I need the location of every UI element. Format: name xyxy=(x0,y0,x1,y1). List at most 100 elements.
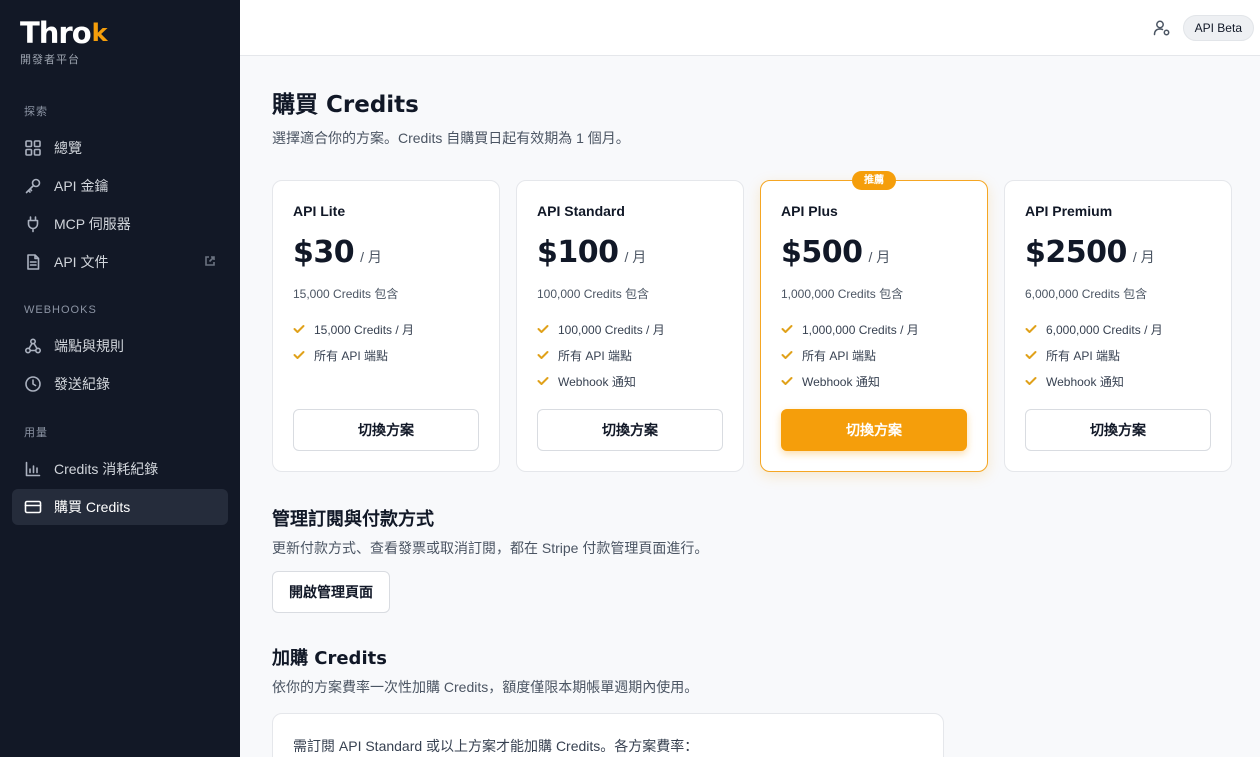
brand-name-accent: k xyxy=(91,19,108,47)
addon-notice-card: 需訂閱 API Standard 或以上方案才能加購 Credits。各方案費率… xyxy=(272,713,944,757)
nav-section-usage: 用量 Credits 消耗紀錄 購買 Credits xyxy=(12,425,228,527)
sidebar-item-mcp-server[interactable]: MCP 伺服器 xyxy=(12,206,228,242)
nav-heading-explore: 探索 xyxy=(24,106,48,118)
brand-name: Thro k xyxy=(20,16,108,50)
feature-item: 100,000 Credits / 月 xyxy=(537,321,723,337)
credit-card-icon xyxy=(24,498,42,516)
dashboard-icon xyxy=(24,139,42,157)
sidebar-item-label: API 文件 xyxy=(54,254,109,270)
switch-plan-button-premium[interactable]: 切換方案 xyxy=(1025,409,1211,451)
external-link-icon xyxy=(204,254,216,270)
check-icon xyxy=(1025,375,1037,387)
plan-features: 1,000,000 Credits / 月 所有 API 端點 Webhook … xyxy=(781,321,967,389)
plan-included: 15,000 Credits 包含 xyxy=(293,287,399,301)
manage-subscription-section: 管理訂閱與付款方式 更新付款方式、查看發票或取消訂閱，都在 Stripe 付款管… xyxy=(272,508,1232,613)
sidebar-item-delivery-log[interactable]: 發送紀錄 xyxy=(12,366,228,402)
feature-item: 所有 API 端點 xyxy=(537,347,723,363)
nav-section-webhooks: WEBHOOKS 端點與規則 發送紀錄 xyxy=(12,302,228,404)
page-content: 購買 Credits 選擇適合你的方案。Credits 自購買日起有效期為 1 … xyxy=(240,56,1260,757)
plan-cards: API Lite $30 / 月 15,000 Credits 包含 15,00… xyxy=(272,171,1232,472)
sidebar-item-buy-credits[interactable]: 購買 Credits xyxy=(12,489,228,525)
sidebar-item-label: MCP 伺服器 xyxy=(54,216,131,232)
plan-card-plus: 推薦 API Plus $500 / 月 1,000,000 Credits 包… xyxy=(760,171,988,472)
sidebar-item-endpoints-rules[interactable]: 端點與規則 xyxy=(12,328,228,364)
main-area: API Beta 購買 Credits 選擇適合你的方案。Credits 自購買… xyxy=(240,0,1260,757)
price-row: $500 / 月 xyxy=(781,235,967,273)
webhook-icon xyxy=(24,337,42,355)
page-subtitle: 選擇適合你的方案。Credits 自購買日起有效期為 1 個月。 xyxy=(272,130,630,146)
feature-text: 6,000,000 Credits / 月 xyxy=(1046,322,1163,337)
nav-heading-usage: 用量 xyxy=(24,427,48,439)
switch-plan-button-plus[interactable]: 切換方案 xyxy=(781,409,967,451)
sidebar-item-api-keys[interactable]: API 金鑰 xyxy=(12,168,228,204)
feature-item: 15,000 Credits / 月 xyxy=(293,321,479,337)
feature-text: Webhook 通知 xyxy=(802,374,880,389)
open-manage-page-button[interactable]: 開啟管理頁面 xyxy=(272,571,390,613)
brand-name-main: Thro xyxy=(20,16,92,50)
plan-included: 100,000 Credits 包含 xyxy=(537,287,650,301)
feature-item: Webhook 通知 xyxy=(781,373,967,389)
addon-credits-section: 加購 Credits 依你的方案費率一次性加購 Credits，額度僅限本期帳單… xyxy=(272,647,1232,757)
sidebar-item-credits-usage[interactable]: Credits 消耗紀錄 xyxy=(12,451,228,487)
topbar: API Beta xyxy=(240,0,1260,56)
switch-plan-button-standard[interactable]: 切換方案 xyxy=(537,409,723,451)
check-icon xyxy=(537,375,549,387)
brand-logo[interactable]: Thro k 開發者平台 xyxy=(20,16,108,67)
page-title: 購買 Credits xyxy=(272,92,419,118)
feature-item: 所有 API 端點 xyxy=(1025,347,1211,363)
plan-period: / 月 xyxy=(360,249,382,265)
plan-period: / 月 xyxy=(868,249,891,265)
manage-subtitle: 更新付款方式、查看發票或取消訂閱，都在 Stripe 付款管理頁面進行。 xyxy=(272,540,709,556)
plan-name: API Plus xyxy=(781,203,838,219)
plan-price: $100 xyxy=(537,235,619,270)
plan-card-lite: API Lite $30 / 月 15,000 Credits 包含 15,00… xyxy=(272,180,500,472)
sidebar-item-label: Credits 消耗紀錄 xyxy=(54,461,159,477)
plan-period: / 月 xyxy=(624,249,647,265)
price-row: $100 / 月 xyxy=(537,235,723,273)
user-settings-icon[interactable] xyxy=(1152,18,1172,38)
check-icon xyxy=(537,323,549,335)
plan-price: $2500 xyxy=(1025,235,1127,270)
price-row: $30 / 月 xyxy=(293,235,479,273)
plan-name: API Premium xyxy=(1025,203,1113,219)
manage-title: 管理訂閱與付款方式 xyxy=(272,509,434,530)
sidebar-item-label: 端點與規則 xyxy=(54,338,124,354)
brand-subtitle: 開發者平台 xyxy=(20,54,80,66)
price-row: $2500 / 月 xyxy=(1025,235,1211,273)
plan-features: 15,000 Credits / 月 所有 API 端點 xyxy=(293,321,479,363)
feature-text: 15,000 Credits / 月 xyxy=(314,322,415,337)
sidebar-item-label: 購買 Credits xyxy=(54,499,131,515)
document-icon xyxy=(24,253,42,271)
key-icon xyxy=(24,177,42,195)
plan-features: 100,000 Credits / 月 所有 API 端點 Webhook 通知 xyxy=(537,321,723,389)
feature-text: 所有 API 端點 xyxy=(558,348,633,363)
plan-price: $30 xyxy=(293,235,355,270)
plan-features: 6,000,000 Credits / 月 所有 API 端點 Webhook … xyxy=(1025,321,1211,389)
plan-card-premium: API Premium $2500 / 月 6,000,000 Credits … xyxy=(1004,180,1232,472)
feature-item: 1,000,000 Credits / 月 xyxy=(781,321,967,337)
switch-plan-button-lite[interactable]: 切換方案 xyxy=(293,409,479,451)
clock-icon xyxy=(24,375,42,393)
feature-item: 所有 API 端點 xyxy=(781,347,967,363)
feature-text: 所有 API 端點 xyxy=(802,348,877,363)
sidebar-item-label: 發送紀錄 xyxy=(54,376,110,392)
check-icon xyxy=(537,349,549,361)
sidebar-item-api-docs[interactable]: API 文件 xyxy=(12,244,228,280)
check-icon xyxy=(781,323,793,335)
feature-item: 6,000,000 Credits / 月 xyxy=(1025,321,1211,337)
check-icon xyxy=(1025,349,1037,361)
check-icon xyxy=(293,349,305,361)
check-icon xyxy=(1025,323,1037,335)
sidebar-item-overview[interactable]: 總覽 xyxy=(12,130,228,166)
nav-heading-webhooks: WEBHOOKS xyxy=(24,304,97,316)
check-icon xyxy=(781,349,793,361)
check-icon xyxy=(293,323,305,335)
plan-name: API Lite xyxy=(293,203,346,219)
nav-section-explore: 探索 總覽 API 金鑰 MCP 伺服器 API 文件 xyxy=(12,104,228,282)
api-beta-badge[interactable]: API Beta xyxy=(1182,14,1254,41)
plan-included: 6,000,000 Credits 包含 xyxy=(1025,287,1148,301)
addon-title: 加購 Credits xyxy=(272,648,387,669)
sidebar-item-label: 總覽 xyxy=(54,140,82,156)
feature-text: 所有 API 端點 xyxy=(1046,348,1121,363)
addon-notice-text: 需訂閱 API Standard 或以上方案才能加購 Credits。各方案費率… xyxy=(293,738,699,754)
